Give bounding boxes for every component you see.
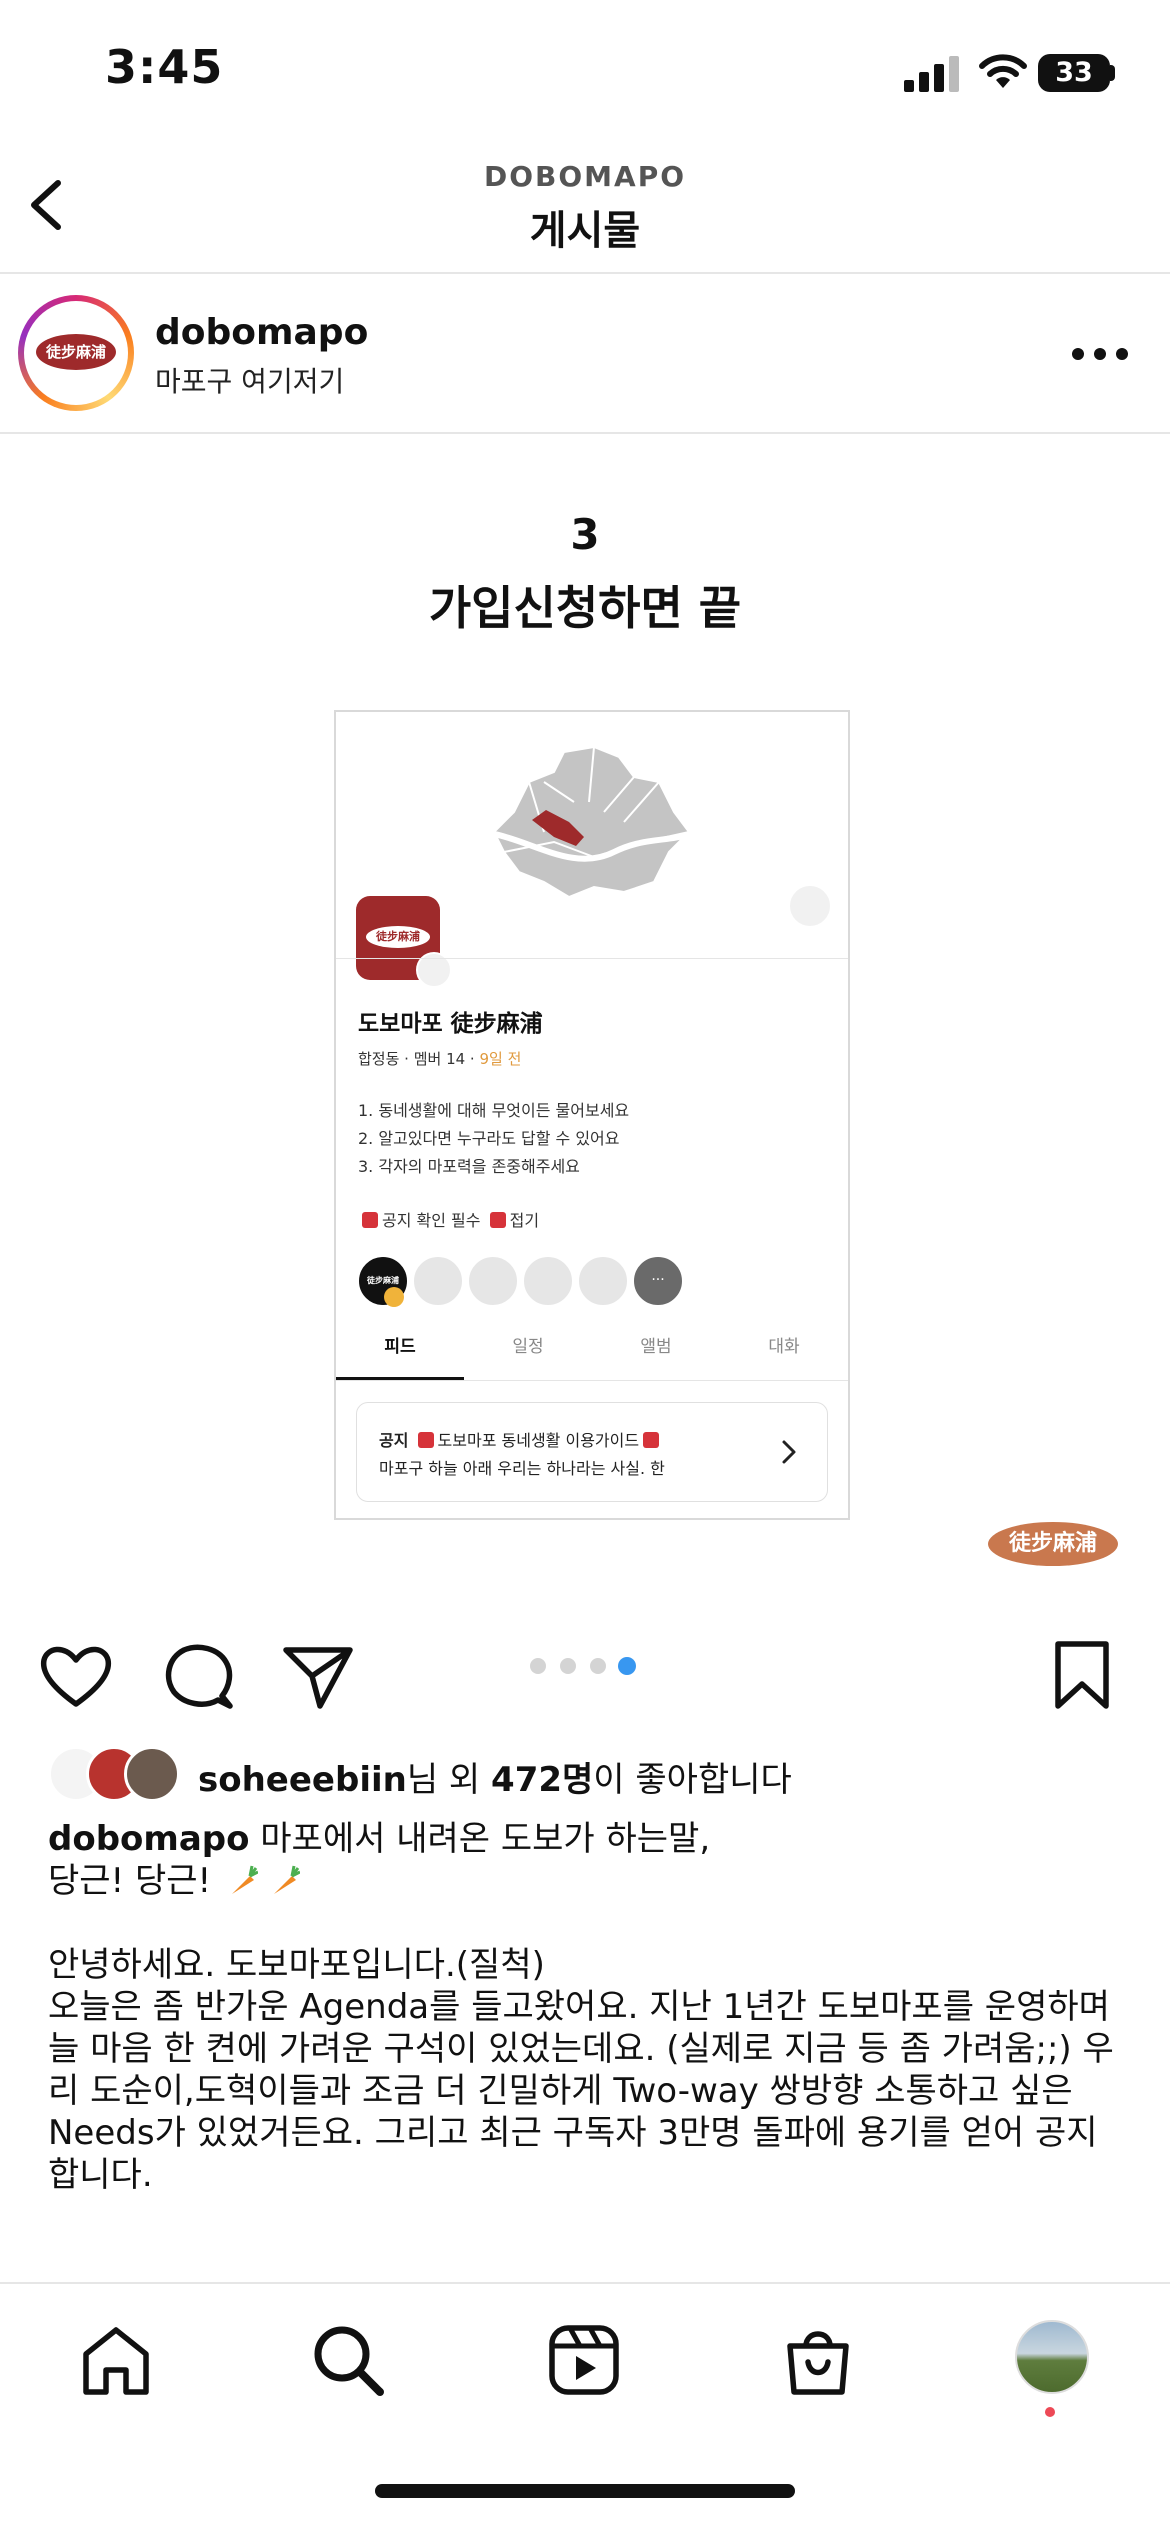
liker-username[interactable]: soheeebiin xyxy=(198,1760,407,1800)
header-account-name: DOBOMAPO xyxy=(483,160,687,193)
member-avatar[interactable] xyxy=(466,1254,520,1308)
slide-step-number: 3 xyxy=(570,510,600,559)
likes-count[interactable]: 472명 xyxy=(491,1760,593,1800)
likes-text: 이 좋아합니다 xyxy=(593,1760,792,1800)
crown-badge-icon xyxy=(384,1287,404,1307)
seoul-map-icon xyxy=(492,745,691,899)
author-username[interactable]: dobomapo xyxy=(155,312,368,353)
carousel-pagination xyxy=(530,1657,640,1678)
more-icon[interactable] xyxy=(1072,348,1128,362)
likes-text: 님 외 xyxy=(406,1760,492,1800)
header-divider xyxy=(0,272,1170,274)
post-location[interactable]: 마포구 여기저기 xyxy=(155,360,344,400)
siren-icon xyxy=(489,1212,506,1228)
pagination-dot-active xyxy=(618,1657,636,1675)
group-tabs: 피드 일정 앨범 대화 xyxy=(336,1332,848,1380)
wifi-icon xyxy=(979,54,1027,88)
brand-watermark: 徒步麻浦 xyxy=(988,1522,1118,1566)
notice-tags: 공지 확인 필수 접기 xyxy=(358,1207,539,1231)
app-screenshot-card: 徒步麻浦 도보마포 徒步麻浦 합정동 · 멤버 14 · 9일 전 1. 동네생… xyxy=(334,710,850,1520)
tab-feed[interactable]: 피드 xyxy=(336,1332,464,1357)
notice-tag: 공지 확인 필수 xyxy=(382,1211,481,1230)
pagination-dot xyxy=(590,1658,606,1674)
cellular-signal-icon xyxy=(904,56,960,92)
home-icon[interactable] xyxy=(78,2322,154,2398)
siren-icon xyxy=(417,1432,434,1448)
group-meta: 합정동 · 멤버 14 · 9일 전 xyxy=(358,1048,521,1069)
battery-indicator: 33 xyxy=(1038,54,1110,92)
profile-tab-avatar[interactable] xyxy=(1015,2320,1089,2394)
liker-avatar xyxy=(124,1746,180,1802)
carrot-icon xyxy=(232,1865,258,1894)
liker-avatars[interactable] xyxy=(48,1746,188,1802)
notice-card[interactable]: 공지 도보마포 동네생활 이용가이드 마포구 하늘 아래 우리는 하나라는 사실… xyxy=(356,1402,828,1502)
group-logo-text: 徒步麻浦 xyxy=(366,926,430,948)
notification-dot xyxy=(1045,2407,1055,2417)
cover-camera-icon[interactable] xyxy=(788,884,832,928)
caption-line: 마포에서 내려온 도보가 하는말, xyxy=(249,1819,711,1859)
caption-body: 오늘은 좀 반가운 Agenda를 들고왔어요. 지난 1년간 도보마포를 운영… xyxy=(48,1987,1114,2195)
tabs-divider xyxy=(336,1380,848,1381)
notice-preview: 마포구 하늘 아래 우리는 하나라는 사실. 한 xyxy=(379,1459,665,1478)
bookmark-icon[interactable] xyxy=(1044,1638,1120,1714)
tab-chat[interactable]: 대화 xyxy=(720,1332,848,1357)
caption-greeting: 안녕하세요. 도보마포입니다.(질척) xyxy=(48,1945,545,1985)
member-avatar[interactable] xyxy=(576,1254,630,1308)
author-divider xyxy=(0,432,1170,434)
notice-tag[interactable]: 접기 xyxy=(510,1211,539,1230)
carrot-icon xyxy=(274,1865,300,1894)
post-caption: dobomapo 마포에서 내려온 도보가 하는말, 당근! 당근! 안녕하세요… xyxy=(48,1818,1128,2196)
group-name: 도보마포 徒步麻浦 xyxy=(358,1011,543,1037)
member-avatar[interactable] xyxy=(411,1254,465,1308)
share-icon[interactable] xyxy=(280,1638,356,1714)
comment-icon[interactable] xyxy=(160,1638,236,1714)
page-title: 게시물 xyxy=(529,208,641,254)
group-meta-text: 합정동 · 멤버 14 · xyxy=(358,1050,480,1068)
reels-icon[interactable] xyxy=(546,2322,622,2398)
home-indicator[interactable] xyxy=(375,2484,795,2498)
member-more-button[interactable]: ··· xyxy=(631,1254,685,1308)
notice-title: 도보마포 동네생활 이용가이드 xyxy=(437,1431,640,1450)
caption-line: 당근! 당근! xyxy=(48,1861,222,1901)
rule-item: 3. 각자의 마포력을 존중해주세요 xyxy=(358,1157,580,1176)
member-avatar[interactable] xyxy=(521,1254,575,1308)
rule-item: 1. 동네생활에 대해 무엇이든 물어보세요 xyxy=(358,1101,630,1120)
notice-label: 공지 xyxy=(379,1431,409,1450)
tab-album[interactable]: 앨범 xyxy=(592,1332,720,1357)
siren-icon xyxy=(362,1212,378,1228)
card-cover-divider xyxy=(336,958,848,959)
tab-schedule[interactable]: 일정 xyxy=(464,1332,592,1357)
slide-title: 가입신청하면 끝 xyxy=(428,581,742,635)
caption-username[interactable]: dobomapo xyxy=(48,1819,249,1859)
siren-icon xyxy=(643,1432,660,1448)
battery-tip xyxy=(1110,65,1115,81)
shop-icon[interactable] xyxy=(780,2322,856,2398)
heart-icon[interactable] xyxy=(38,1638,114,1714)
group-rules: 1. 동네생활에 대해 무엇이든 물어보세요 2. 알고있다면 누구라도 답할 … xyxy=(358,1097,629,1181)
search-icon[interactable] xyxy=(310,2322,386,2398)
pagination-dot xyxy=(560,1658,576,1674)
likes-summary[interactable]: soheeebiin님 외 472명이 좋아합니다 xyxy=(198,1752,792,1801)
pagination-dot xyxy=(530,1658,546,1674)
chevron-right-icon xyxy=(782,1440,796,1464)
group-meta-date: 9일 전 xyxy=(479,1050,522,1068)
author-avatar-logo: 徒步麻浦 xyxy=(36,334,116,370)
rule-item: 2. 알고있다면 누구라도 답할 수 있어요 xyxy=(358,1129,620,1148)
notice-title-row: 공지 도보마포 동네생활 이용가이드 xyxy=(379,1427,663,1451)
status-time: 3:45 xyxy=(105,40,224,94)
